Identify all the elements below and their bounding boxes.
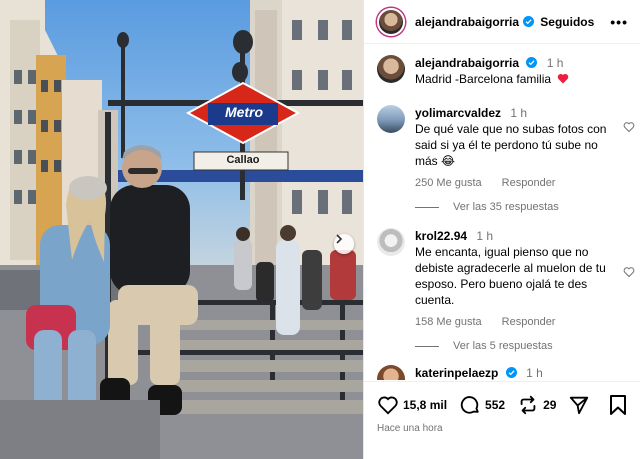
comments-list[interactable]: alejandrabaigorria 1 h Madrid -Barcelona…: [364, 45, 640, 380]
comment-button[interactable]: 552: [459, 394, 505, 416]
reply-button[interactable]: Responder: [502, 175, 556, 191]
repost-icon: [520, 395, 536, 415]
chevron-right-icon: [336, 234, 343, 244]
replies-divider: [415, 345, 439, 347]
author-username[interactable]: alejandrabaigorria: [415, 15, 519, 29]
post-photo[interactable]: Metro Callao: [0, 0, 363, 459]
metro-sign-text: Metro: [224, 104, 264, 120]
comments-count: 552: [485, 398, 506, 412]
avatar[interactable]: [377, 228, 405, 256]
caption-username[interactable]: alejandrabaigorria: [415, 56, 519, 70]
caption-time: 1 h: [546, 56, 564, 70]
comment-time: 1 h: [510, 106, 528, 120]
comment-text: Me encanta, igual pienso que no debiste …: [415, 245, 606, 307]
bookmark-icon: [610, 395, 626, 415]
avatar[interactable]: [377, 105, 405, 133]
like-button[interactable]: 15,8 mil: [377, 394, 447, 416]
red-heart-emoji-icon: [558, 73, 569, 84]
comment-username[interactable]: katerinpelaezp: [415, 366, 498, 380]
avatar[interactable]: [377, 7, 405, 36]
verified-badge-icon: [505, 367, 517, 378]
comment-username[interactable]: krol22.94: [415, 229, 467, 243]
share-button[interactable]: [568, 394, 590, 416]
like-comment-heart-icon[interactable]: [623, 121, 635, 133]
caption-text: Madrid -Barcelona familia: [415, 72, 552, 86]
photo-scene: [0, 0, 363, 459]
heart-icon: [378, 396, 398, 415]
comment-username[interactable]: yolimarcvaldez: [415, 106, 501, 120]
likes-count: 15,8 mil: [403, 398, 448, 412]
comment-text: De qué vale que no subas fotos con said …: [415, 122, 607, 168]
view-replies-button[interactable]: Ver las 35 respuestas: [415, 201, 559, 213]
comment-time: 1 h: [476, 229, 494, 243]
instagram-post-view: Metro Callao alejandrabaigorria Seguidos…: [0, 0, 640, 459]
view-replies-label: Ver las 5 respuestas: [453, 340, 553, 352]
comment-item: krol22.94 1 h Me encanta, igual pienso q…: [377, 228, 635, 330]
save-button[interactable]: [608, 394, 628, 421]
view-replies-button[interactable]: Ver las 5 respuestas: [415, 340, 553, 352]
following-button[interactable]: Seguidos: [540, 15, 594, 29]
verified-badge-icon: [523, 16, 535, 27]
reply-button[interactable]: Responder: [502, 314, 556, 330]
send-icon: [570, 396, 589, 415]
post-caption: alejandrabaigorria 1 h Madrid -Barcelona…: [377, 55, 635, 87]
avatar[interactable]: [377, 365, 405, 380]
comment-item: katerinpelaezp 1 h: [377, 365, 635, 380]
reposts-count: 29: [543, 398, 557, 412]
post-actions-bar: 15,8 mil 552 29 Hace una hora: [364, 381, 640, 459]
comment-item: yolimarcvaldez 1 h De qué vale que no su…: [377, 105, 635, 191]
replies-divider: [415, 206, 439, 208]
comment-likes[interactable]: 250 Me gusta: [415, 175, 482, 191]
comment-bubble-icon: [460, 396, 479, 414]
repost-button[interactable]: 29: [517, 394, 556, 416]
view-replies-label: Ver las 35 respuestas: [453, 201, 559, 213]
post-header: alejandrabaigorria Seguidos •••: [364, 0, 640, 44]
post-timestamp: Hace una hora: [377, 423, 443, 434]
station-sign-text: Callao: [226, 154, 260, 166]
avatar[interactable]: [377, 55, 405, 83]
more-options-icon[interactable]: •••: [610, 14, 628, 30]
comment-likes[interactable]: 158 Me gusta: [415, 314, 482, 330]
next-photo-button[interactable]: [334, 234, 354, 254]
comment-time: 1 h: [526, 366, 543, 380]
like-comment-heart-icon[interactable]: [623, 266, 635, 278]
verified-badge-icon: [526, 57, 538, 68]
post-side-panel: alejandrabaigorria Seguidos ••• alejandr…: [363, 0, 640, 459]
